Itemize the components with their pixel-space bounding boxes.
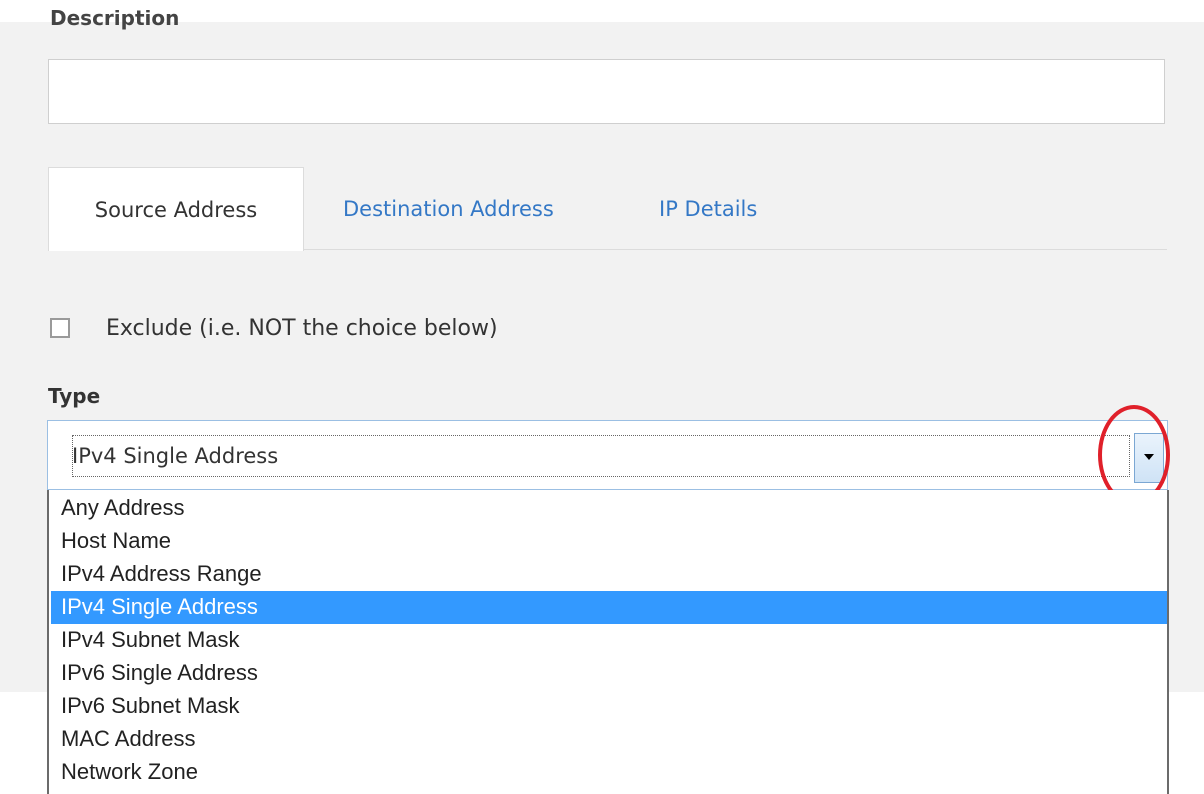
option-mac-address[interactable]: MAC Address [51, 723, 1167, 756]
option-network-zone[interactable]: Network Zone [51, 756, 1167, 789]
description-label: Description [50, 10, 180, 30]
option-any-address[interactable]: Any Address [51, 492, 1167, 525]
type-dropdown-list: Any Address Host Name IPv4 Address Range… [47, 490, 1169, 794]
exclude-label: Exclude (i.e. NOT the choice below) [106, 316, 498, 341]
description-input[interactable] [48, 59, 1165, 124]
option-ipv4-single-address[interactable]: IPv4 Single Address [51, 591, 1167, 624]
option-ipv4-subnet-mask[interactable]: IPv4 Subnet Mask [51, 624, 1167, 657]
dropdown-arrow-button[interactable] [1134, 433, 1164, 483]
option-host-name[interactable]: Host Name [51, 525, 1167, 558]
tab-ip-details[interactable]: IP Details [659, 167, 757, 251]
type-select-value: IPv4 Single Address [72, 444, 279, 468]
tab-destination-address[interactable]: Destination Address [343, 167, 554, 251]
option-ipv6-subnet-mask[interactable]: IPv6 Subnet Mask [51, 690, 1167, 723]
option-ipv6-single-address[interactable]: IPv6 Single Address [51, 657, 1167, 690]
exclude-checkbox[interactable] [50, 318, 70, 338]
chevron-down-icon [1144, 454, 1154, 460]
tab-source-address[interactable]: Source Address [48, 167, 304, 251]
type-label: Type [48, 384, 101, 408]
option-ipv4-address-range[interactable]: IPv4 Address Range [51, 558, 1167, 591]
